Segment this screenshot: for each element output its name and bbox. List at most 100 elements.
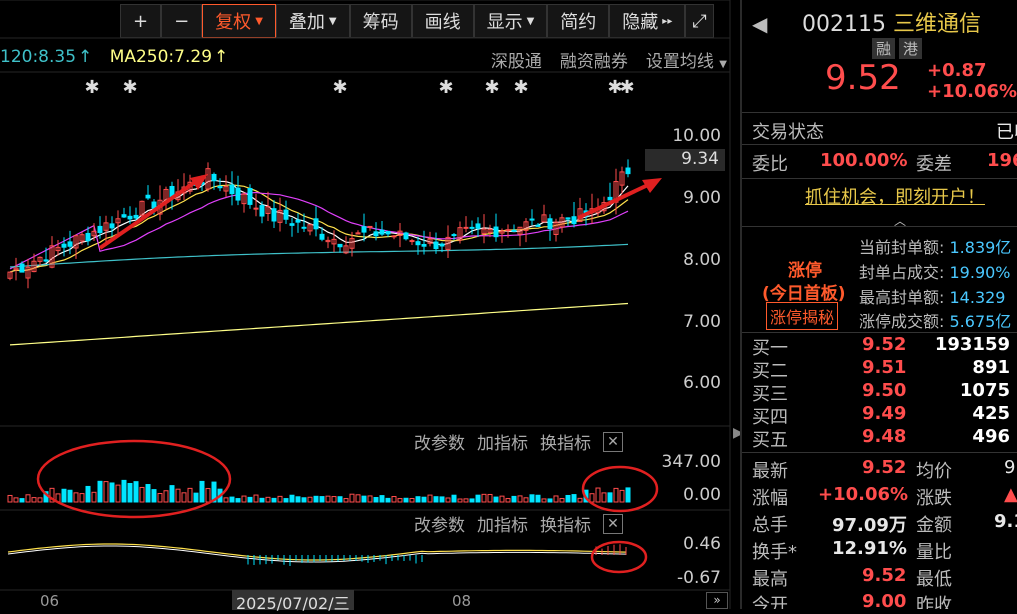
vol-tick: 347.00 (661, 452, 721, 472)
turnover-value: 12.91% (832, 538, 907, 559)
add-indicator-button[interactable]: 加指标 (477, 511, 528, 536)
volume-bar (493, 496, 499, 503)
limit-up-detail-button[interactable]: 涨停揭秘 (766, 302, 839, 330)
volume-bar (121, 479, 127, 503)
volume-bar (487, 493, 493, 503)
price-tick: 10.00 (672, 126, 721, 146)
candle-body (67, 241, 73, 247)
turnover-label: 换手* (752, 542, 797, 563)
candle-body (415, 241, 421, 246)
vol-tick: 0.00 (683, 485, 721, 505)
amount-value: 9.1 (994, 511, 1017, 532)
volume-bar (247, 496, 253, 503)
volume-bar (511, 495, 517, 503)
candle-body (229, 184, 235, 195)
ob-price: 9.49 (862, 403, 907, 424)
candle-body (283, 209, 289, 220)
change-param-button[interactable]: 改参数 (414, 511, 465, 536)
volume-bar (313, 495, 319, 503)
candle-body (109, 223, 115, 229)
volume-bar (331, 496, 337, 503)
limit-row-value: 19.90% (949, 263, 1011, 282)
candle-body (19, 263, 25, 273)
stock-tags: 融 港 (872, 38, 923, 59)
limit-row-label: 涨停成交额: (859, 312, 945, 331)
volume-value: 97.09万 (832, 515, 907, 536)
double-chevron-right-icon[interactable]: » (706, 592, 728, 609)
close-icon[interactable]: ✕ (603, 513, 623, 534)
volume-bar (181, 492, 187, 503)
volume-bar (505, 498, 511, 503)
highlight-ellipse (590, 540, 648, 574)
open-account-link[interactable]: 抓住机会，即刻开户！ (805, 183, 985, 209)
volume-bar (571, 494, 577, 503)
volume-bar (349, 493, 355, 503)
back-arrow-icon[interactable]: ◀ (752, 12, 767, 36)
volume-bar (259, 497, 265, 503)
divider (742, 178, 1017, 179)
kline-chart[interactable]: ✱ ✱ ✱ ✱ ✱ ✱ ✱✱ (0, 0, 740, 609)
ob-volume: 496 (972, 426, 1010, 447)
volume-bar (13, 497, 19, 503)
candle-body (469, 226, 475, 229)
ob-price: 9.52 (862, 334, 907, 355)
candle-body (463, 226, 469, 229)
stock-code: 002115 (802, 12, 886, 37)
volume-bar (61, 488, 67, 503)
volume-bar (109, 482, 115, 503)
volume-bar (19, 498, 25, 503)
volume-bar (415, 496, 421, 503)
volume-bar (271, 497, 277, 503)
volume-bar (223, 497, 229, 503)
volume-bar (463, 498, 469, 503)
volume-ratio-label: 量比 (916, 542, 952, 563)
x-axis-label: 08 (452, 592, 472, 610)
volume-bar (595, 487, 601, 503)
limit-row-label: 最高封单额: (859, 288, 945, 307)
candle-body (253, 207, 259, 210)
price-tick: 8.00 (683, 250, 721, 270)
ob-volume: 891 (972, 357, 1010, 378)
switch-indicator-button[interactable]: 换指标 (540, 429, 591, 454)
candle-body (313, 218, 319, 230)
limit-row-value: 1.839亿 (949, 238, 1012, 257)
ob-name: 买五 (752, 430, 788, 451)
volume-bar (409, 497, 415, 503)
volume-bar (379, 495, 385, 503)
event-marker-icon: ✱ (484, 77, 499, 98)
volume-bar (139, 486, 145, 503)
volume-bar (31, 497, 37, 503)
divider (742, 452, 1017, 453)
candle-body (295, 219, 301, 223)
volume-bar (601, 492, 607, 503)
volume-bar (427, 494, 433, 503)
volume-bar (301, 497, 307, 503)
limit-row-label: 当前封单额: (859, 238, 945, 257)
ob-volume: 425 (972, 403, 1010, 424)
divider (742, 112, 1017, 113)
limit-row-value: 14.329 (949, 288, 1006, 307)
candle-body (493, 226, 499, 238)
candle-body (475, 223, 481, 229)
candle-body (211, 173, 217, 182)
switch-indicator-button[interactable]: 换指标 (540, 511, 591, 536)
close-icon[interactable]: ✕ (603, 431, 623, 452)
add-indicator-button[interactable]: 加指标 (477, 429, 528, 454)
candle-body (571, 216, 577, 225)
volume-bar (613, 487, 619, 503)
crosshair-date: 2025/07/02/三 (232, 590, 354, 613)
updown-value: ▲ (1004, 484, 1017, 505)
limit-row: 封单占成交: 19.90% (859, 259, 1011, 283)
wb-value: 100.00% (820, 150, 908, 171)
volume-bar (277, 495, 283, 503)
volume-bar (97, 480, 103, 503)
volume-bar (391, 496, 397, 503)
vol-indicator-controls: 改参数 加指标 换指标 ✕ (414, 429, 623, 454)
ma5-line (9, 179, 629, 273)
candle-body (97, 225, 103, 234)
current-price-tag: 9.34 (645, 149, 725, 171)
change-param-button[interactable]: 改参数 (414, 429, 465, 454)
macd-indicator-controls: 改参数 加指标 换指标 ✕ (414, 511, 623, 536)
ob-volume: 193159 (934, 334, 1010, 355)
candle-body (337, 243, 343, 248)
